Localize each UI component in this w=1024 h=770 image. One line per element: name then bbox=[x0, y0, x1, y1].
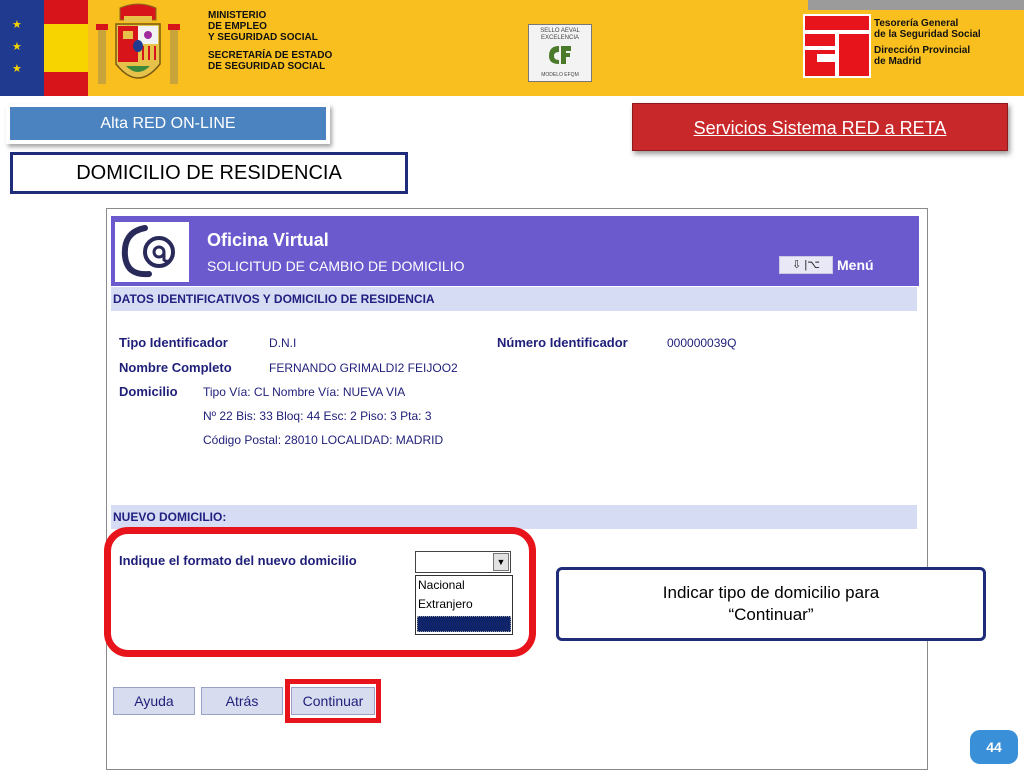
section-datos-header: DATOS IDENTIFICATIVOS Y DOMICILIO DE RES… bbox=[111, 287, 917, 311]
spain-flag-icon: ★ ★ ★ bbox=[0, 0, 88, 96]
efqm-seal: SELLO AEVAL EXCELENCIA MODELO EFQM bbox=[528, 24, 592, 82]
instruction-callout: Indicar tipo de domicilio para “Continua… bbox=[556, 567, 986, 641]
app-title: Oficina Virtual bbox=[207, 230, 329, 250]
page-number-badge: 44 bbox=[970, 730, 1018, 764]
domicilio-line-3: Código Postal: 28010 LOCALIDAD: MADRID bbox=[203, 433, 444, 447]
numero-identificador-value: 000000039Q bbox=[667, 336, 737, 350]
highlight-continuar-frame bbox=[285, 679, 381, 723]
tgss-text: Tesorería General de la Seguridad Social… bbox=[874, 18, 981, 67]
atras-button[interactable]: Atrás bbox=[201, 687, 283, 715]
ministry-text: MINISTERIO DE EMPLEO Y SEGURIDAD SOCIAL … bbox=[208, 10, 333, 72]
alta-red-label: Alta RED ON-LINE bbox=[6, 104, 330, 144]
domicilio-label: Domicilio bbox=[119, 384, 178, 399]
menu-link[interactable]: Menú bbox=[837, 256, 874, 274]
section-title: DOMICILIO DE RESIDENCIA bbox=[10, 152, 408, 194]
tipo-identificador-value: D.N.I bbox=[269, 336, 297, 350]
app-header: Oficina Virtual SOLICITUD DE CAMBIO DE D… bbox=[111, 216, 919, 286]
tipo-identificador-label: Tipo Identificador bbox=[119, 335, 228, 350]
oficina-virtual-logo-icon bbox=[115, 222, 189, 282]
menu-toggle-icon[interactable]: ⇩ |⌥ bbox=[779, 256, 833, 274]
numero-identificador-label: Número Identificador bbox=[497, 335, 628, 350]
ayuda-button[interactable]: Ayuda bbox=[113, 687, 195, 715]
domicilio-line-1: Tipo Vía: CL Nombre Vía: NUEVA VIA bbox=[203, 385, 406, 399]
seal-leaf-icon bbox=[549, 46, 571, 64]
slide-header: ★ ★ ★ MINISTERIO DE EMPLEO Y SEGURIDAD S… bbox=[0, 0, 1024, 96]
oficina-virtual-window: Oficina Virtual SOLICITUD DE CAMBIO DE D… bbox=[106, 208, 928, 770]
domicilio-line-2: Nº 22 Bis: 33 Bloq: 44 Esc: 2 Piso: 3 Pt… bbox=[203, 409, 432, 423]
tgss-logo-icon bbox=[803, 14, 871, 78]
nombre-value: FERNANDO GRIMALDI2 FEIJOO2 bbox=[269, 361, 458, 375]
servicios-link[interactable]: Servicios Sistema RED a RETA bbox=[632, 103, 1008, 151]
header-grey-bar bbox=[808, 0, 1024, 10]
nombre-label: Nombre Completo bbox=[119, 360, 232, 375]
section-nuevo-domicilio-header: NUEVO DOMICILIO: bbox=[111, 505, 917, 529]
app-subtitle: SOLICITUD DE CAMBIO DE DOMICILIO bbox=[207, 258, 465, 274]
coat-of-arms-icon bbox=[96, 3, 180, 84]
highlight-select-frame bbox=[104, 527, 536, 657]
